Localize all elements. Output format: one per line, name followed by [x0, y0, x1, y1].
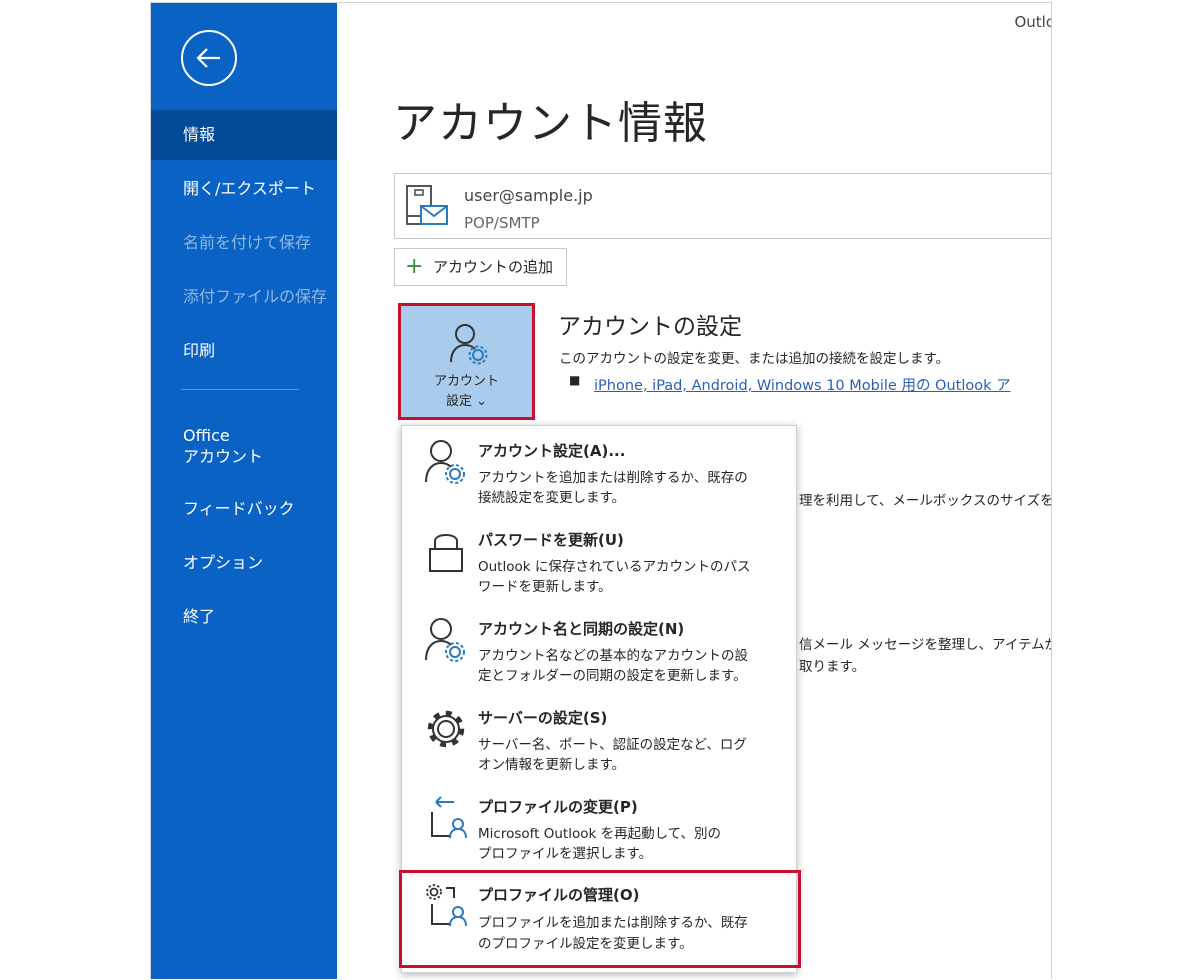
sidebar-item-office-account[interactable]: Office アカウント [151, 421, 337, 469]
plus-icon: + [405, 254, 424, 279]
menu-item-title: アカウント名と同期の設定(N) [478, 620, 685, 638]
mail-account-icon [406, 185, 448, 225]
menu-item-title: パスワードを更新(U) [478, 531, 624, 549]
menu-item-description: サーバー名、ポート、認証の設定など、ログ [478, 737, 747, 753]
menu-item-description: 接続設定を変更します。 [478, 490, 626, 506]
account-email: user@sample.jp [464, 186, 593, 205]
sidebar-item-info[interactable]: 情報 [151, 110, 337, 160]
menu-item-title: プロファイルの変更(P) [478, 798, 638, 816]
sidebar-item-office-account-line1: Office [183, 426, 230, 445]
bullet-icon: ■ [569, 373, 581, 387]
menu-item-server-settings[interactable]: サーバーの設定(S) サーバー名、ポート、認証の設定など、ログ オン情報を更新し… [402, 695, 796, 783]
mobile-outlook-link[interactable]: iPhone, iPad, Android, Windows 10 Mobile… [594, 374, 1011, 395]
backstage-sidebar: 情報 開く/エクスポート 名前を付けて保存 添付ファイルの保存 印刷 Offic… [151, 3, 337, 979]
outlook-backstage-window: 情報 開く/エクスポート 名前を付けて保存 添付ファイルの保存 印刷 Offic… [150, 2, 1052, 979]
sidebar-item-print[interactable]: 印刷 [151, 326, 337, 376]
page-title: アカウント情報 [393, 98, 708, 149]
person-gear-icon [425, 618, 465, 662]
add-account-button[interactable]: + アカウントの追加 [394, 248, 567, 286]
app-title-label: Outlo [1014, 13, 1052, 31]
sidebar-item-office-account-line2: アカウント [183, 447, 264, 466]
menu-item-description: 定とフォルダーの同期の設定を更新します。 [478, 668, 747, 684]
account-settings-button-label-2: 設定 ⌄ [445, 394, 488, 409]
menu-item-account-settings[interactable]: アカウント設定(A)... アカウントを追加または削除するか、既存の 接続設定を… [402, 428, 796, 516]
account-selector[interactable]: user@sample.jp POP/SMTP [394, 173, 1051, 239]
background-text-3: 取ります。 [799, 659, 866, 675]
back-arrow-icon [196, 48, 220, 68]
sidebar-item-options[interactable]: オプション [151, 538, 337, 588]
account-settings-dropdown-button[interactable]: アカウント 設定 ⌄ [398, 303, 535, 420]
gear-icon [427, 710, 465, 748]
menu-item-description: ワードを更新します。 [478, 579, 612, 595]
menu-item-title: アカウント設定(A)... [478, 442, 626, 460]
menu-item-description: Microsoft Outlook を再起動して、別の [478, 826, 722, 842]
sidebar-divider [181, 389, 299, 390]
person-gear-icon [450, 324, 488, 365]
menu-item-update-password[interactable]: パスワードを更新(U) Outlook に保存されているアカウントのパス ワード… [402, 517, 796, 605]
account-type: POP/SMTP [464, 214, 540, 232]
background-text-1: 理を利用して、メールボックスのサイズを [799, 493, 1052, 509]
sidebar-item-save-attachments[interactable]: 添付ファイルの保存 [151, 272, 337, 322]
sidebar-item-save-as[interactable]: 名前を付けて保存 [151, 218, 337, 268]
menu-item-description: のプロファイル設定を変更します。 [478, 936, 693, 952]
account-settings-button-label: アカウント [433, 374, 499, 389]
profile-change-icon [431, 796, 467, 839]
lock-icon [429, 534, 463, 572]
section-heading: アカウントの設定 [558, 314, 742, 340]
back-button[interactable] [181, 30, 237, 86]
background-text-2: 信メール メッセージを整理し、アイテムが [799, 637, 1052, 653]
menu-item-description: プロファイルを追加または削除するか、既存 [478, 915, 748, 931]
menu-item-change-profile[interactable]: プロファイルの変更(P) Microsoft Outlook を再起動して、別の… [402, 784, 796, 872]
section-description: このアカウントの設定を変更、または追加の接続を設定します。 [559, 351, 950, 367]
menu-item-title: サーバーの設定(S) [478, 709, 608, 727]
menu-item-manage-profiles[interactable]: プロファイルの管理(O) プロファイルを追加または削除するか、既存 のプロファイ… [399, 870, 801, 968]
account-settings-menu: アカウント設定(A)... アカウントを追加または削除するか、既存の 接続設定を… [399, 425, 801, 973]
menu-item-account-name-sync[interactable]: アカウント名と同期の設定(N) アカウント名などの基本的なアカウントの設 定とフ… [402, 606, 796, 694]
menu-item-title: プロファイルの管理(O) [478, 886, 640, 904]
profile-manage-icon [426, 884, 467, 927]
menu-item-description: オン情報を更新します。 [478, 757, 626, 773]
menu-item-description: アカウントを追加または削除するか、既存の [478, 470, 748, 486]
menu-item-description: プロファイルを選択します。 [478, 846, 653, 862]
sidebar-item-open-export[interactable]: 開く/エクスポート [151, 164, 337, 214]
menu-item-description: アカウント名などの基本的なアカウントの設 [478, 648, 748, 664]
sidebar-item-exit[interactable]: 終了 [151, 592, 337, 642]
add-account-label: アカウントの追加 [433, 258, 554, 276]
sidebar-item-feedback[interactable]: フィードバック [151, 484, 337, 534]
person-gear-icon [425, 440, 465, 484]
menu-item-description: Outlook に保存されているアカウントのパス [478, 559, 751, 575]
